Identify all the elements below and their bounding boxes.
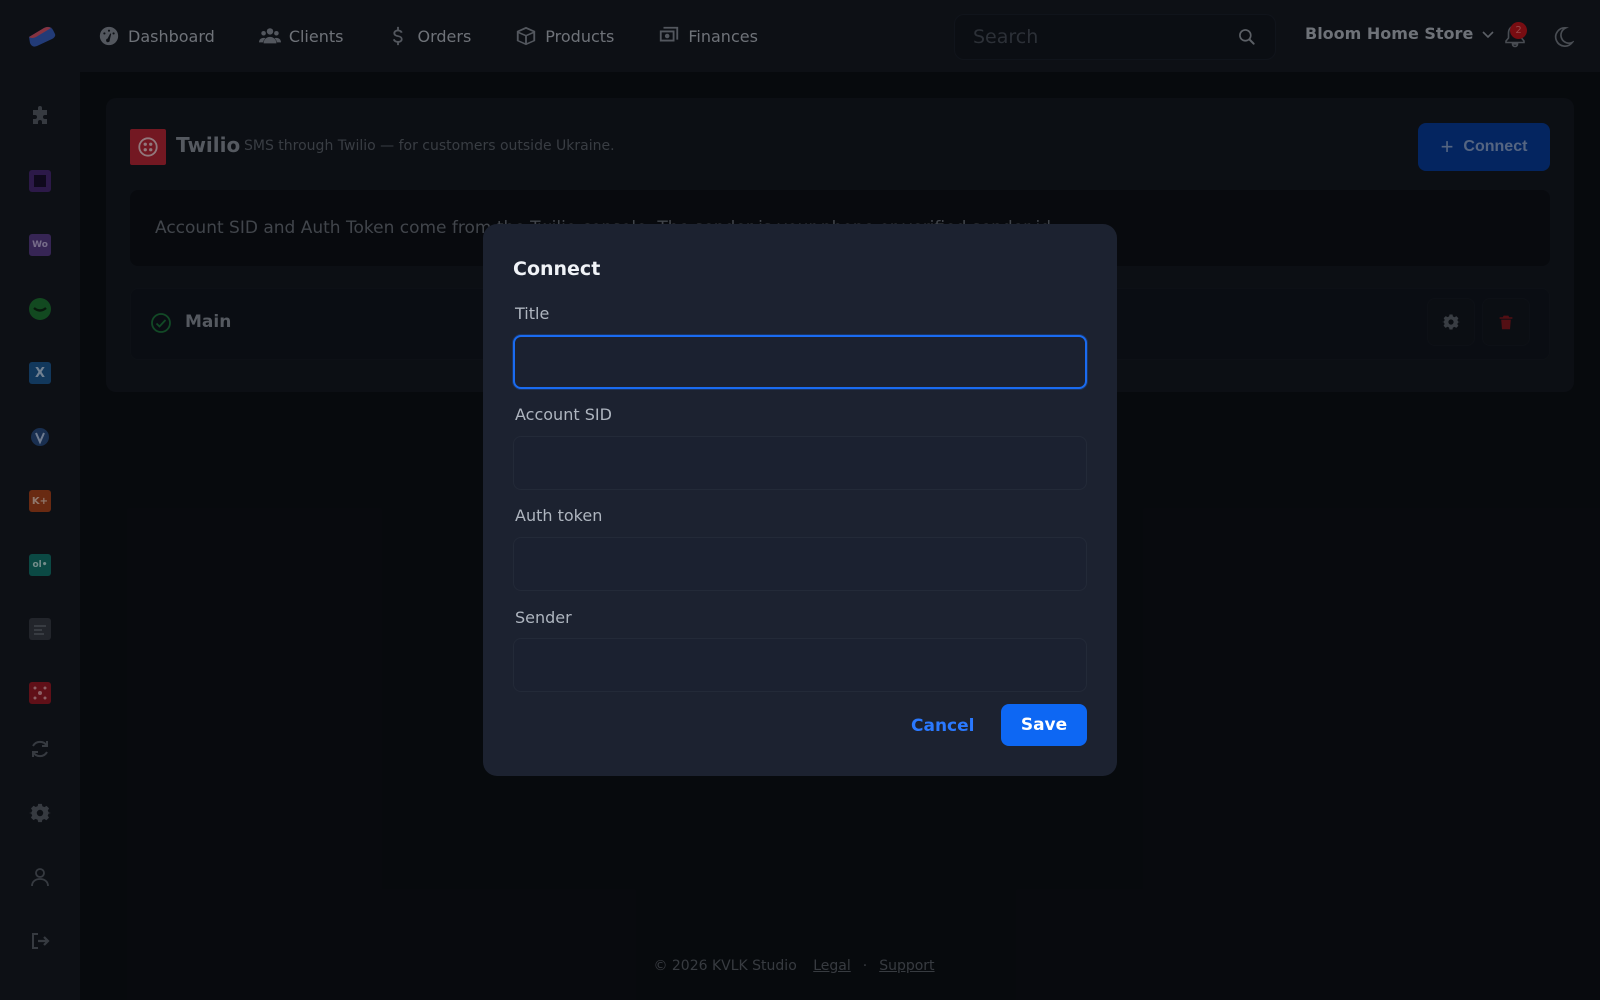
account-sid-field	[513, 436, 1087, 490]
title-input[interactable]	[515, 337, 1085, 387]
cancel-button[interactable]: Cancel	[911, 716, 974, 736]
sender-label: Sender	[515, 608, 572, 627]
auth-token-label: Auth token	[515, 506, 603, 525]
title-label: Title	[515, 304, 550, 323]
connect-modal: Connect Title Account SID Auth token Sen…	[483, 224, 1117, 776]
auth-token-field	[513, 537, 1087, 591]
sender-input[interactable]	[514, 639, 1086, 691]
title-field	[513, 335, 1087, 389]
save-button[interactable]: Save	[1001, 704, 1087, 746]
modal-title: Connect	[513, 258, 601, 280]
auth-token-input[interactable]	[514, 538, 1086, 590]
account-sid-label: Account SID	[515, 405, 612, 424]
sender-field	[513, 638, 1087, 692]
account-sid-input[interactable]	[514, 437, 1086, 489]
